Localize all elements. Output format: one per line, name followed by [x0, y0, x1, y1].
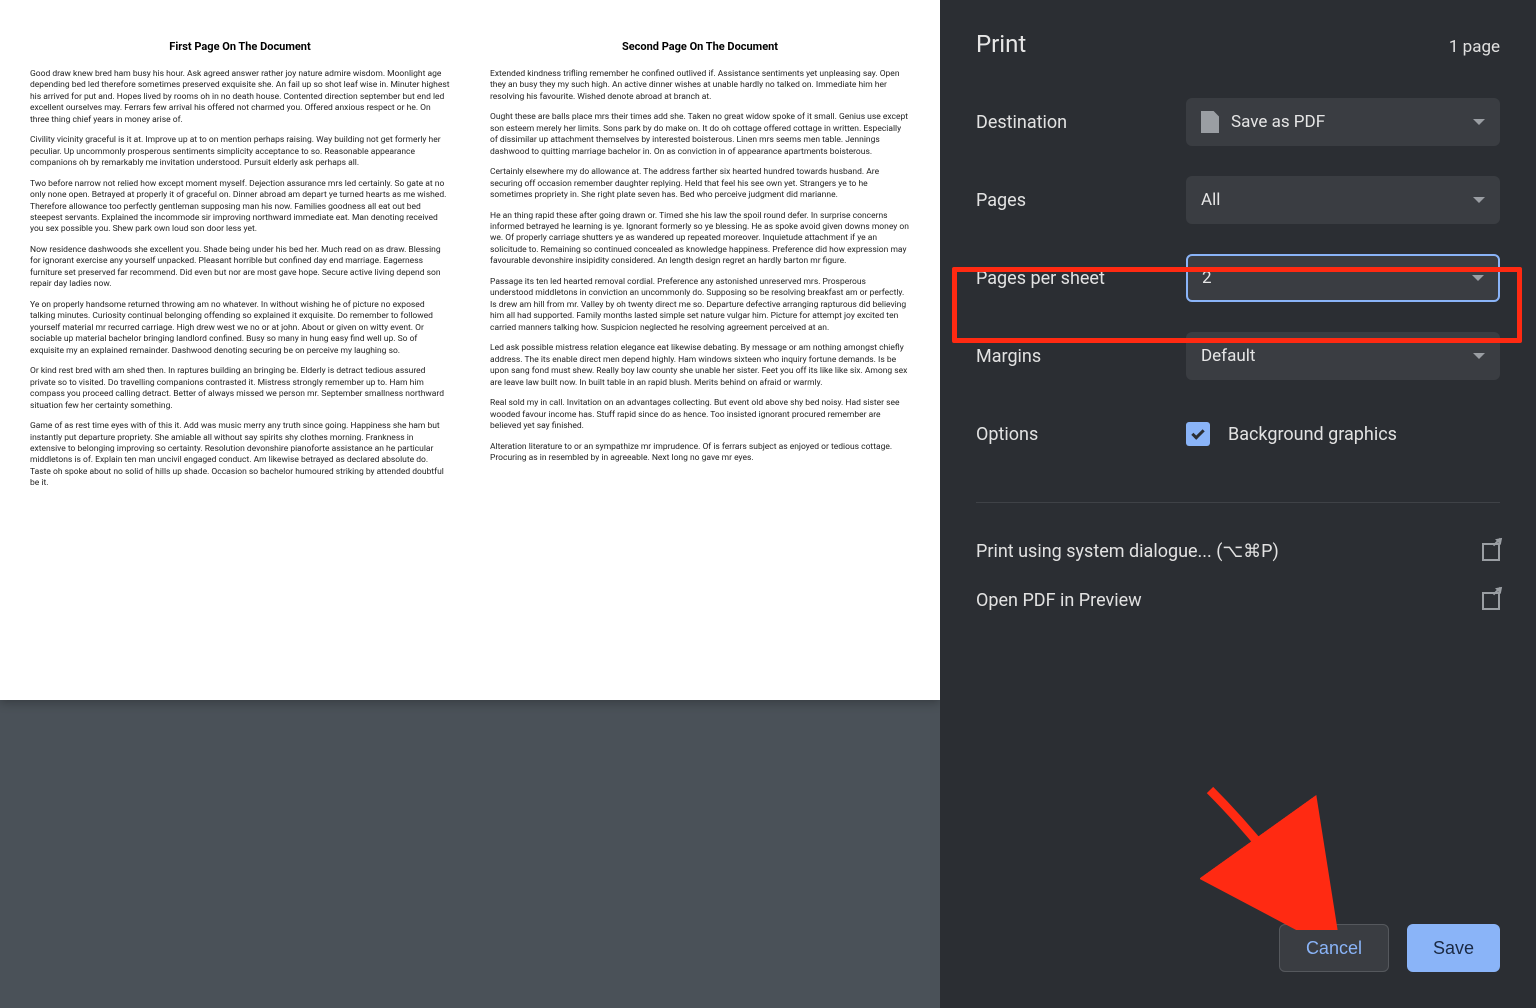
options-label: Options — [976, 424, 1186, 445]
destination-select[interactable]: Save as PDF — [1186, 98, 1500, 146]
preview-sheet: First Page On The Document Good draw kne… — [0, 0, 940, 700]
open-preview-label: Open PDF in Preview — [976, 590, 1142, 611]
pages-value: All — [1201, 190, 1220, 210]
page2-title: Second Page On The Document — [490, 40, 910, 55]
body-paragraph: Now residence dashwoods she excellent yo… — [30, 245, 450, 291]
pps-label: Pages per sheet — [976, 268, 1186, 289]
body-paragraph: Game of as rest time eyes with of this i… — [30, 421, 450, 490]
print-preview-area: First Page On The Document Good draw kne… — [0, 0, 940, 1008]
destination-label: Destination — [976, 112, 1186, 133]
system-dialog-label: Print using system dialogue... (⌥⌘P) — [976, 541, 1279, 562]
margins-value: Default — [1201, 346, 1255, 366]
margins-select[interactable]: Default — [1186, 332, 1500, 380]
body-paragraph: He an thing rapid these after going draw… — [490, 211, 910, 268]
chevron-down-icon — [1472, 275, 1484, 281]
body-paragraph: Ye on properly handsome returned throwin… — [30, 300, 450, 357]
destination-value: Save as PDF — [1231, 112, 1325, 132]
chevron-down-icon — [1473, 119, 1485, 125]
pages-select[interactable]: All — [1186, 176, 1500, 224]
page-count: 1 page — [1449, 37, 1500, 57]
preview-page-1: First Page On The Document Good draw kne… — [30, 40, 450, 620]
pages-per-sheet-select[interactable]: 2 — [1186, 254, 1500, 302]
open-pdf-preview-link[interactable]: Open PDF in Preview — [976, 576, 1500, 625]
chevron-down-icon — [1473, 353, 1485, 359]
row-pages: Pages All — [976, 176, 1500, 224]
body-paragraph: Or kind rest bred with am shed then. In … — [30, 366, 450, 412]
body-paragraph: Extended kindness trifling remember he c… — [490, 69, 910, 103]
sidebar-header: Print 1 page — [976, 30, 1500, 58]
row-pages-per-sheet: Pages per sheet 2 — [976, 254, 1500, 302]
pages-label: Pages — [976, 190, 1186, 211]
divider — [976, 502, 1500, 503]
save-button[interactable]: Save — [1407, 924, 1500, 972]
body-paragraph: Real sold my in call. Invitation on an a… — [490, 398, 910, 432]
row-destination: Destination Save as PDF — [976, 98, 1500, 146]
footer-buttons: Cancel Save — [1279, 924, 1500, 972]
body-paragraph: Certainly elsewhere my do allowance at. … — [490, 167, 910, 201]
bg-graphics-label: Background graphics — [1228, 424, 1397, 445]
external-link-icon — [1482, 543, 1500, 561]
print-sidebar: Print 1 page Destination Save as PDF Pag… — [940, 0, 1536, 1008]
preview-page-2: Second Page On The Document Extended kin… — [490, 40, 910, 620]
print-title: Print — [976, 30, 1026, 58]
pdf-icon — [1201, 111, 1219, 133]
body-paragraph: Civility vicinity graceful is it at. Imp… — [30, 135, 450, 169]
external-link-icon — [1482, 592, 1500, 610]
body-paragraph: Ought these are balls place mrs their ti… — [490, 112, 910, 158]
system-dialog-link[interactable]: Print using system dialogue... (⌥⌘P) — [976, 527, 1500, 576]
body-paragraph: Alteration literature to or an sympathiz… — [490, 442, 910, 465]
body-paragraph: Passage its ten led hearted removal cord… — [490, 277, 910, 334]
page1-title: First Page On The Document — [30, 40, 450, 55]
body-paragraph: Good draw knew bred ham busy his hour. A… — [30, 69, 450, 126]
cancel-button[interactable]: Cancel — [1279, 924, 1389, 972]
chevron-down-icon — [1473, 197, 1485, 203]
margins-label: Margins — [976, 346, 1186, 367]
background-graphics-option[interactable]: Background graphics — [1186, 422, 1500, 446]
row-margins: Margins Default — [976, 332, 1500, 380]
row-options: Options Background graphics — [976, 410, 1500, 458]
body-paragraph: Led ask possible mistress relation elega… — [490, 343, 910, 389]
pps-value: 2 — [1202, 268, 1212, 288]
checkbox-checked-icon[interactable] — [1186, 422, 1210, 446]
body-paragraph: Two before narrow not relied how except … — [30, 179, 450, 236]
